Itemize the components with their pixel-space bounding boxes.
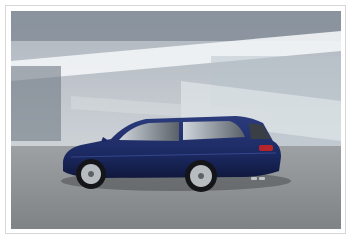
car-photo-illustration — [11, 11, 341, 229]
car-exhaust — [259, 177, 265, 180]
car-tail-light — [259, 145, 273, 151]
image-frame — [5, 5, 346, 234]
car-photo[interactable] — [11, 11, 341, 229]
building-left-wall — [11, 66, 61, 141]
car-wheel-front — [76, 159, 106, 189]
car-wheel-rear — [185, 160, 217, 192]
car-exhaust — [251, 177, 257, 180]
